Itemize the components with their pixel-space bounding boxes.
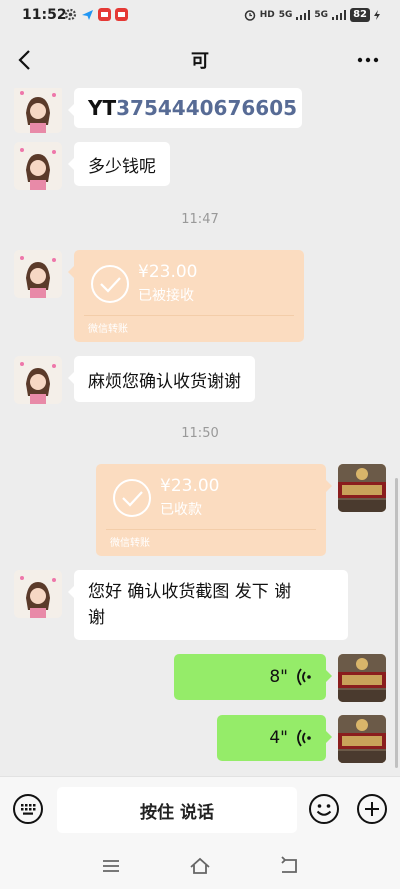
plane-app-icon xyxy=(82,10,93,20)
message-bubble[interactable]: 多少钱呢 xyxy=(68,142,170,186)
signal-icon-2 xyxy=(332,10,347,20)
contact-avatar[interactable] xyxy=(14,356,62,404)
keyboard-icon[interactable] xyxy=(12,793,44,825)
home-icon[interactable] xyxy=(188,854,212,878)
network-5g-2: 5G xyxy=(314,10,329,20)
plus-icon[interactable] xyxy=(356,793,388,825)
hold-to-talk-button[interactable]: 按住 说话 xyxy=(57,787,297,833)
status-bar: 11:52 HD 5G 5G 82 xyxy=(0,0,400,32)
transfer-divider xyxy=(84,315,294,316)
contact-avatar[interactable] xyxy=(14,142,62,190)
red-app-icon xyxy=(98,8,111,21)
system-nav-bar xyxy=(0,842,400,889)
contact-avatar[interactable] xyxy=(14,570,62,618)
message-text: 多少钱呢 xyxy=(88,156,156,177)
chat-header: 可 xyxy=(0,32,400,88)
check-circle-icon xyxy=(113,479,151,517)
message-text: 麻烦您确认收货谢谢 xyxy=(88,371,241,392)
scrollbar[interactable] xyxy=(395,478,398,768)
settings-icon xyxy=(64,8,77,21)
voice-message-bubble[interactable]: 4" xyxy=(217,715,332,761)
emoji-icon[interactable] xyxy=(308,793,340,825)
signal-icon xyxy=(296,10,311,20)
voice-duration: 4" xyxy=(269,728,288,748)
status-icons-right: HD 5G 5G 82 xyxy=(244,8,380,22)
message-bubble[interactable]: 麻烦您确认收货谢谢 xyxy=(68,356,255,402)
charging-icon xyxy=(374,10,380,20)
transfer-label: 微信转账 xyxy=(88,324,128,335)
contact-avatar[interactable] xyxy=(14,250,62,298)
transfer-amount: ¥23.00 xyxy=(138,262,198,282)
transfer-status: 已被接收 xyxy=(138,288,194,304)
transfer-amount: ¥23.00 xyxy=(160,476,220,496)
self-avatar[interactable] xyxy=(338,654,386,702)
message-text-line1: 您好 确认收货截图 发下 谢 xyxy=(88,582,292,602)
tracking-prefix: YT xyxy=(88,96,117,120)
status-time: 11:52 xyxy=(22,7,67,23)
check-circle-icon xyxy=(91,265,129,303)
chat-title: 可 xyxy=(191,51,209,72)
status-icons-left xyxy=(64,8,128,21)
self-avatar[interactable] xyxy=(338,464,386,512)
transfer-card-self[interactable]: ¥23.00 已收款 微信转账 xyxy=(96,464,332,556)
network-5g-1: 5G xyxy=(278,10,293,20)
contact-avatar[interactable] xyxy=(14,88,62,133)
tracking-number: 3754440676605 xyxy=(116,96,298,120)
menu-icon[interactable] xyxy=(99,854,123,878)
transfer-card[interactable]: ¥23.00 已被接收 微信转账 xyxy=(68,250,304,342)
voice-wave-icon xyxy=(297,668,311,686)
message-text-line2: 谢 xyxy=(88,608,105,628)
input-bar: 按住 说话 xyxy=(0,776,400,842)
transfer-label: 微信转账 xyxy=(110,538,150,549)
timestamp: 11:47 xyxy=(181,212,219,227)
voice-wave-icon xyxy=(297,729,311,747)
red-app-icon-2 xyxy=(115,8,128,21)
voice-duration: 8" xyxy=(269,667,288,687)
hd-label: HD xyxy=(259,10,275,20)
battery-level: 82 xyxy=(350,8,370,22)
transfer-divider xyxy=(106,529,316,530)
chat-message-list[interactable]: YT 3754440676605 多少钱呢 11:47 ¥23.00 已被接收 微… xyxy=(0,88,400,776)
more-options-icon[interactable] xyxy=(354,46,382,74)
alarm-icon xyxy=(244,10,255,21)
back-icon[interactable] xyxy=(277,854,301,878)
self-avatar[interactable] xyxy=(338,715,386,763)
voice-message-bubble[interactable]: 8" xyxy=(174,654,332,700)
transfer-status: 已收款 xyxy=(160,502,202,518)
message-bubble-tracking[interactable]: YT 3754440676605 xyxy=(68,88,302,128)
message-bubble[interactable]: 您好 确认收货截图 发下 谢 谢 xyxy=(68,570,348,640)
timestamp: 11:50 xyxy=(181,426,219,441)
